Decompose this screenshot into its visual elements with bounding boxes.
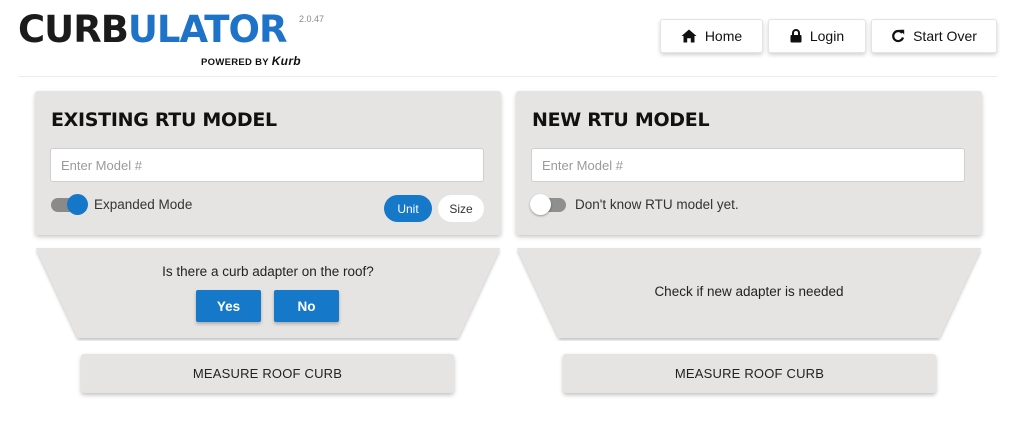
curb-adapter-section: Is there a curb adapter on the roof? Yes…	[35, 247, 501, 341]
expanded-mode-toggle[interactable]	[51, 193, 88, 215]
new-adapter-message: Check if new adapter is needed	[654, 284, 844, 299]
toggle-knob	[530, 193, 551, 215]
yes-button[interactable]: Yes	[196, 290, 261, 322]
yes-no-group: Yes No	[196, 290, 339, 322]
new-model-input[interactable]	[531, 148, 965, 182]
toggle-knob	[67, 193, 88, 215]
expanded-mode-row: Expanded Mode	[51, 193, 193, 215]
logo-wordmark-blue: ULATOR	[127, 8, 288, 51]
unit-mode-button[interactable]: Unit	[384, 195, 432, 222]
login-button[interactable]: Login	[768, 19, 866, 53]
login-label: Login	[809, 28, 845, 44]
logo-wordmark-dark: CURB	[18, 8, 129, 51]
header-divider	[18, 76, 997, 77]
existing-rtu-card: EXISTING RTU MODEL Expanded Mode Unit Si…	[35, 91, 501, 235]
unknown-model-row: Don't know RTU model yet.	[530, 193, 739, 215]
logo-wordmark: CURBULATOR	[18, 8, 288, 51]
expanded-mode-label: Expanded Mode	[94, 197, 193, 212]
lock-icon	[790, 29, 802, 43]
unknown-model-label: Don't know RTU model yet.	[575, 197, 739, 212]
new-adapter-section: Check if new adapter is needed	[516, 247, 982, 341]
home-icon	[681, 29, 697, 43]
kurb-brand: Kurb	[271, 54, 301, 68]
search-mode-group: Unit Size	[384, 195, 484, 222]
no-button[interactable]: No	[274, 290, 339, 322]
size-mode-button[interactable]: Size	[438, 195, 484, 222]
new-rtu-card: NEW RTU MODEL Don't know RTU model yet.	[516, 91, 982, 235]
home-label: Home	[704, 28, 743, 44]
powered-by-label: POWERED BY	[201, 57, 269, 68]
new-rtu-title: NEW RTU MODEL	[532, 109, 710, 131]
redo-icon	[891, 29, 905, 43]
start-over-label: Start Over	[913, 28, 977, 44]
powered-by: POWERED BY Kurb	[201, 54, 301, 68]
measure-roof-curb-button-new[interactable]: MEASURE ROOF CURB	[563, 354, 936, 393]
curbulator-logo: CURBULATOR 2.0.47 POWERED BY Kurb	[18, 8, 338, 69]
top-nav: Home Login Start Over	[660, 19, 997, 53]
unknown-model-toggle[interactable]	[530, 193, 566, 215]
existing-rtu-title: EXISTING RTU MODEL	[51, 109, 277, 131]
home-button[interactable]: Home	[660, 19, 763, 53]
curb-adapter-question: Is there a curb adapter on the roof?	[162, 264, 374, 279]
app-version: 2.0.47	[299, 14, 325, 24]
start-over-button[interactable]: Start Over	[871, 19, 997, 53]
measure-roof-curb-button-existing[interactable]: MEASURE ROOF CURB	[81, 354, 454, 393]
existing-model-input[interactable]	[50, 148, 484, 182]
